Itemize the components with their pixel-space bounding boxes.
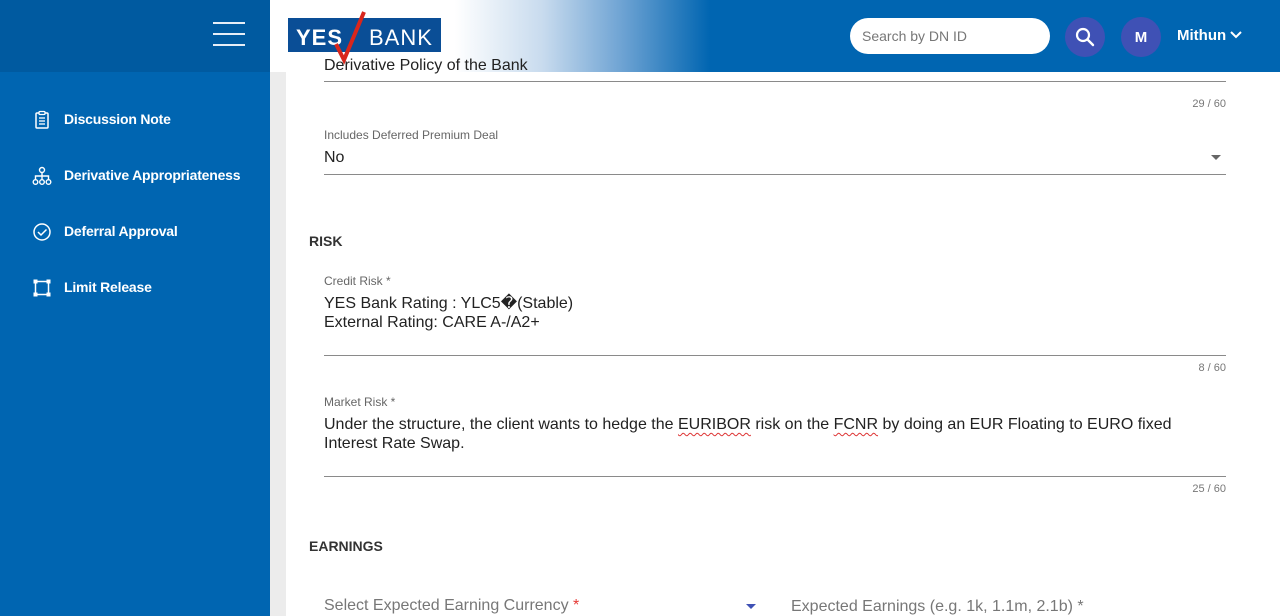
search-button[interactable] [1065,17,1105,57]
clipboard-icon [35,110,49,129]
sidebar-item-discussion-note[interactable]: Discussion Note [0,100,270,140]
market-risk-text-fcnr: FCNR [833,416,879,433]
market-risk-field[interactable]: Market Risk * Under the structure, the c… [324,395,1226,495]
user-name[interactable]: Mithun [1177,27,1226,44]
hierarchy-icon [32,166,52,185]
market-risk-text: Interest Rate Swap. [324,435,465,452]
earnings-section-title: EARNINGS [309,538,383,554]
chevron-down-icon[interactable] [1229,30,1243,40]
logo-text-bank: BANK [369,25,433,50]
field-underline [324,476,1226,477]
sidebar: Discussion Note Derivative Appropriatene… [0,72,270,616]
dropdown-caret-icon[interactable] [746,604,756,609]
sidebar-item-label: Limit Release [64,279,152,295]
market-risk-label: Market Risk * [324,395,396,409]
credit-risk-value[interactable]: YES Bank Rating : YLC5�(Stable) External… [324,294,573,332]
char-counter: 25 / 60 [1192,483,1226,495]
derivative-policy-field[interactable]: Derivative Policy of the Bank 29 / 60 [324,57,1226,112]
earning-currency-placeholder: Select Expected Earning Currency * [324,596,579,615]
market-risk-text-euribor: EURIBOR [677,416,751,433]
char-counter: 29 / 60 [1192,98,1226,110]
risk-section-title: RISK [309,233,343,249]
deferred-premium-select[interactable]: Includes Deferred Premium Deal No [324,128,1226,178]
field-underline [324,174,1226,175]
sidebar-item-label: Discussion Note [64,111,171,127]
field-underline [324,81,1226,82]
field-underline [324,355,1226,356]
derivative-policy-value[interactable]: Derivative Policy of the Bank [324,56,528,75]
main-form: Derivative Policy of the Bank 29 / 60 In… [286,57,1280,616]
credit-risk-field[interactable]: Credit Risk * YES Bank Rating : YLC5�(St… [324,274,1226,374]
deferred-premium-value[interactable]: No [324,148,344,167]
dropdown-caret-icon[interactable] [1211,155,1221,160]
search-icon [1075,27,1095,47]
check-circle-icon [33,223,51,241]
avatar[interactable]: M [1121,17,1161,57]
earning-currency-select[interactable]: Select Expected Earning Currency * [324,592,759,616]
required-mark: * [573,597,580,614]
market-risk-value[interactable]: Under the structure, the client wants to… [324,415,1226,453]
sidebar-item-label: Deferral Approval [64,223,178,239]
expected-earnings-field[interactable]: Expected Earnings (e.g. 1k, 1.1m, 2.1b) … [791,592,1226,616]
credit-risk-label: Credit Risk * [324,274,391,288]
deferred-premium-label: Includes Deferred Premium Deal [324,128,499,142]
sidebar-item-deferral-approval[interactable]: Deferral Approval [0,212,270,252]
sidebar-item-derivative-appropriateness[interactable]: Derivative Appropriateness [0,156,270,196]
earning-currency-placeholder-text: Select Expected Earning Currency [324,597,569,614]
yes-bank-logo: YES BANK [286,11,443,65]
expected-earnings-placeholder[interactable]: Expected Earnings (e.g. 1k, 1.1m, 2.1b) … [791,597,1084,616]
menu-icon[interactable] [213,22,245,48]
search-input[interactable] [850,18,1050,54]
frame-icon [33,279,51,297]
char-counter: 8 / 60 [1198,362,1226,374]
market-risk-text: risk on the [750,416,834,433]
sidebar-item-label: Derivative Appropriateness [64,167,241,183]
market-risk-text: by doing an EUR Floating to EURO fixed [878,416,1172,433]
market-risk-text: Under the structure, the client wants to… [324,416,678,433]
sidebar-item-limit-release[interactable]: Limit Release [0,268,270,308]
